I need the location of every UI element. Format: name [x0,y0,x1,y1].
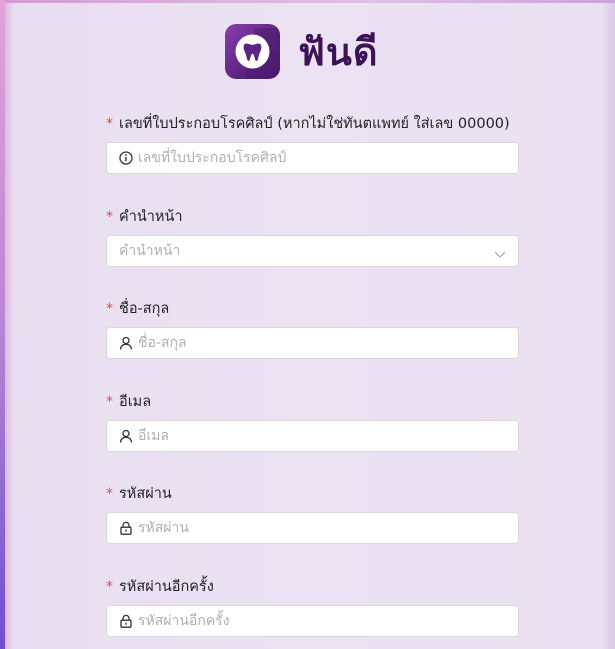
prefix-label: * คำนำหน้า [106,205,183,228]
email-input[interactable]: อีเมล [106,420,519,452]
fullname-label: * ชื่อ-สกุล [106,297,169,320]
required-marker: * [106,578,113,595]
confirm-password-placeholder: รหัสผ่านอีกครั้ง [138,613,230,629]
license-label: * เลขที่ใบประกอบโรคศิลป์ (หากไม่ใช่ทันตแ… [106,112,510,135]
brand-name: ฟันดี [298,29,379,74]
info-icon [119,151,133,165]
required-marker: * [106,393,113,410]
chevron-down-icon [494,245,506,258]
password-label-text: รหัสผ่าน [119,486,172,502]
password-placeholder: รหัสผ่าน [138,520,189,536]
tooth-logo-icon [225,24,280,79]
confirm-password-input[interactable]: รหัสผ่านอีกครั้ง [106,605,519,637]
email-label: * อีเมล [106,390,151,413]
required-marker: * [106,300,113,317]
confirm-password-label-text: รหัสผ่านอีกครั้ง [119,579,214,595]
lock-icon [119,521,133,535]
brand-header: ฟันดี [225,24,379,79]
fullname-placeholder: ชื่อ-สกุล [138,335,187,351]
confirm-password-label: * รหัสผ่านอีกครั้ง [106,575,214,598]
lock-icon [119,614,133,628]
top-accent-bar [0,0,615,3]
user-icon [119,336,133,350]
required-marker: * [106,485,113,502]
license-label-text: เลขที่ใบประกอบโรคศิลป์ (หากไม่ใช่ทันตแพท… [119,116,510,132]
required-marker: * [106,208,113,225]
fullname-input[interactable]: ชื่อ-สกุล [106,327,519,359]
fullname-label-text: ชื่อ-สกุล [119,301,170,317]
license-input[interactable]: เลขที่ใบประกอบโรคศิลป์ [106,142,519,174]
email-label-text: อีเมล [119,394,152,410]
prefix-label-text: คำนำหน้า [119,209,183,225]
prefix-placeholder: คำนำหน้า [119,243,181,259]
password-label: * รหัสผ่าน [106,482,172,505]
password-input[interactable]: รหัสผ่าน [106,512,519,544]
prefix-select[interactable]: คำนำหน้า [106,235,519,267]
required-marker: * [106,115,113,132]
user-icon [119,429,133,443]
license-placeholder: เลขที่ใบประกอบโรคศิลป์ [138,150,287,166]
email-placeholder: อีเมล [138,428,170,444]
left-accent-bar [0,0,5,649]
